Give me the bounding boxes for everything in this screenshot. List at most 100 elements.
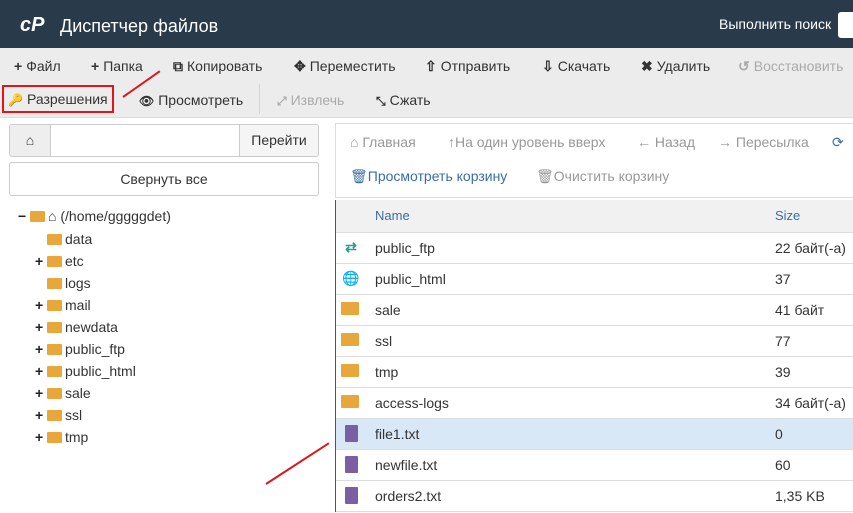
copy-icon: ⧉ <box>173 58 183 74</box>
file-icon <box>341 425 361 443</box>
toolbar-button[interactable]: ⇩ Скачать <box>542 58 610 75</box>
delete-icon: ✖ <box>641 58 653 74</box>
folder-icon <box>47 366 62 377</box>
app-header: cP Диспетчер файлов Выполнить поиск <box>0 0 853 48</box>
folder-icon <box>341 332 361 350</box>
file-icon <box>341 487 361 505</box>
file-table: Name Size ⇄ public_ftp 22 байт(-а) 🌐 public_… <box>335 200 853 512</box>
expand-icon[interactable]: + <box>35 319 47 335</box>
folder-icon <box>341 363 361 381</box>
folder-icon <box>47 410 62 421</box>
toolbar-button[interactable]: 🔑 Разрешения <box>2 85 114 113</box>
table-row[interactable]: orders2.txt 1,35 KB <box>336 481 853 512</box>
tree-root[interactable]: − ⌂ (/home/gggggdet) <box>18 208 171 224</box>
expand-icon[interactable]: + <box>35 341 47 357</box>
folder-share-icon: ⇄ <box>345 239 357 255</box>
tree-item[interactable]: + etc <box>35 253 84 269</box>
arrow-right-icon: → <box>718 134 732 150</box>
toolbar-button[interactable]: ⤡ Сжать <box>376 92 431 109</box>
nav-back[interactable]: ← Назад <box>637 134 695 150</box>
compress-icon: ⤡ <box>376 94 386 108</box>
trash-icon: 🗑 <box>350 168 368 184</box>
tree-item[interactable]: logs <box>35 275 91 291</box>
navigation-bar: ⌂ Главная ↑На один уровень вверх ← Назад… <box>335 123 853 198</box>
col-name[interactable]: Name <box>375 208 410 223</box>
folder-icon <box>341 394 361 412</box>
expand-icon[interactable]: + <box>35 363 47 379</box>
toolbar-button[interactable]: ⤢ Извлечь <box>277 92 344 109</box>
folder-icon <box>47 344 62 355</box>
globe-icon: 🌐 <box>342 270 360 286</box>
plus-icon: + <box>14 58 23 74</box>
arrow-up-icon: ↑ <box>448 134 455 150</box>
folder-icon <box>47 322 62 333</box>
nav-forward[interactable]: → Пересылка <box>718 134 809 150</box>
path-input[interactable] <box>50 124 240 157</box>
toolbar-button[interactable]: ✥ Переместить <box>294 58 396 75</box>
arrow-left-icon: ← <box>637 134 651 150</box>
toolbar-button[interactable]: ⧉ Копировать <box>173 58 262 75</box>
col-size[interactable]: Size <box>775 208 800 223</box>
table-row[interactable]: newfile.txt 60 <box>336 450 853 481</box>
home-icon: ⌂ <box>350 134 359 150</box>
toolbar-button[interactable]: 👁 Просмотреть <box>139 92 243 108</box>
cpanel-logo[interactable]: cP <box>20 14 44 37</box>
table-row[interactable]: tmp 39 <box>336 357 853 388</box>
move-icon: ✥ <box>294 58 306 74</box>
file-icon <box>341 456 361 474</box>
folder-icon <box>47 432 62 443</box>
folder-open-icon <box>30 211 45 222</box>
tree-item[interactable]: + newdata <box>35 319 118 335</box>
folder-icon <box>47 300 62 311</box>
search-label: Выполнить поиск <box>719 16 832 32</box>
folder-icon <box>47 388 62 399</box>
toolbar-button[interactable]: ✖ Удалить <box>641 58 710 75</box>
tree-item[interactable]: data <box>35 231 92 247</box>
toolbar-button[interactable]: + Файл <box>14 58 61 74</box>
tree-item[interactable]: + mail <box>35 297 91 313</box>
table-row[interactable]: access-logs 34 байт(-а) <box>336 388 853 419</box>
extract-icon: ⤢ <box>277 94 287 108</box>
folder-icon <box>47 234 62 245</box>
view-trash-button[interactable]: 🗑Просмотреть корзину <box>350 168 507 185</box>
home-icon: ⌂ <box>25 132 35 148</box>
expand-icon[interactable]: + <box>35 385 47 401</box>
expand-icon[interactable]: + <box>35 253 47 269</box>
tree-item[interactable]: + tmp <box>35 429 88 445</box>
plus-icon: + <box>91 58 100 74</box>
folder-icon <box>341 301 361 319</box>
table-row[interactable]: sale 41 байт <box>336 295 853 326</box>
restore-icon: ↺ <box>738 58 750 74</box>
download-icon: ⇩ <box>542 58 554 74</box>
tree-item[interactable]: + sale <box>35 385 91 401</box>
page-title: Диспетчер файлов <box>60 16 219 36</box>
upload-icon: ⇧ <box>425 58 437 74</box>
search-input[interactable] <box>838 12 853 38</box>
annotation-arrow <box>265 442 330 485</box>
reload-icon[interactable]: ⟳ <box>832 134 844 151</box>
expand-icon[interactable]: + <box>35 297 47 313</box>
table-row[interactable]: ⇄ public_ftp 22 байт(-а) <box>336 233 853 264</box>
expand-icon[interactable]: + <box>35 407 47 423</box>
tree-item[interactable]: + ssl <box>35 407 82 423</box>
toolbar-divider <box>259 84 260 114</box>
go-button[interactable]: Перейти <box>239 124 319 157</box>
nav-up[interactable]: ↑На один уровень вверх <box>448 134 605 150</box>
toolbar-button[interactable]: ↺ Восстановить <box>738 58 843 75</box>
expand-icon[interactable]: + <box>35 429 47 445</box>
nav-home[interactable]: ⌂ Главная <box>350 134 416 150</box>
tree-item[interactable]: + public_html <box>35 363 136 379</box>
home-button[interactable]: ⌂ <box>9 124 51 157</box>
tree-item[interactable]: + public_ftp <box>35 341 125 357</box>
folder-icon <box>47 256 62 267</box>
key-icon: 🔑 <box>8 93 23 107</box>
table-row[interactable]: ssl 77 <box>336 326 853 357</box>
toolbar-button[interactable]: + Папка <box>91 58 143 74</box>
folder-icon <box>47 278 62 289</box>
home-icon: ⌂ <box>48 208 57 224</box>
empty-trash-button[interactable]: 🗑Очистить корзину <box>536 168 669 185</box>
table-row[interactable]: file1.txt 0 <box>336 419 853 450</box>
collapse-all-button[interactable]: Свернуть все <box>9 162 319 196</box>
table-row[interactable]: 🌐 public_html 37 <box>336 264 853 295</box>
toolbar-button[interactable]: ⇧ Отправить <box>425 58 510 75</box>
